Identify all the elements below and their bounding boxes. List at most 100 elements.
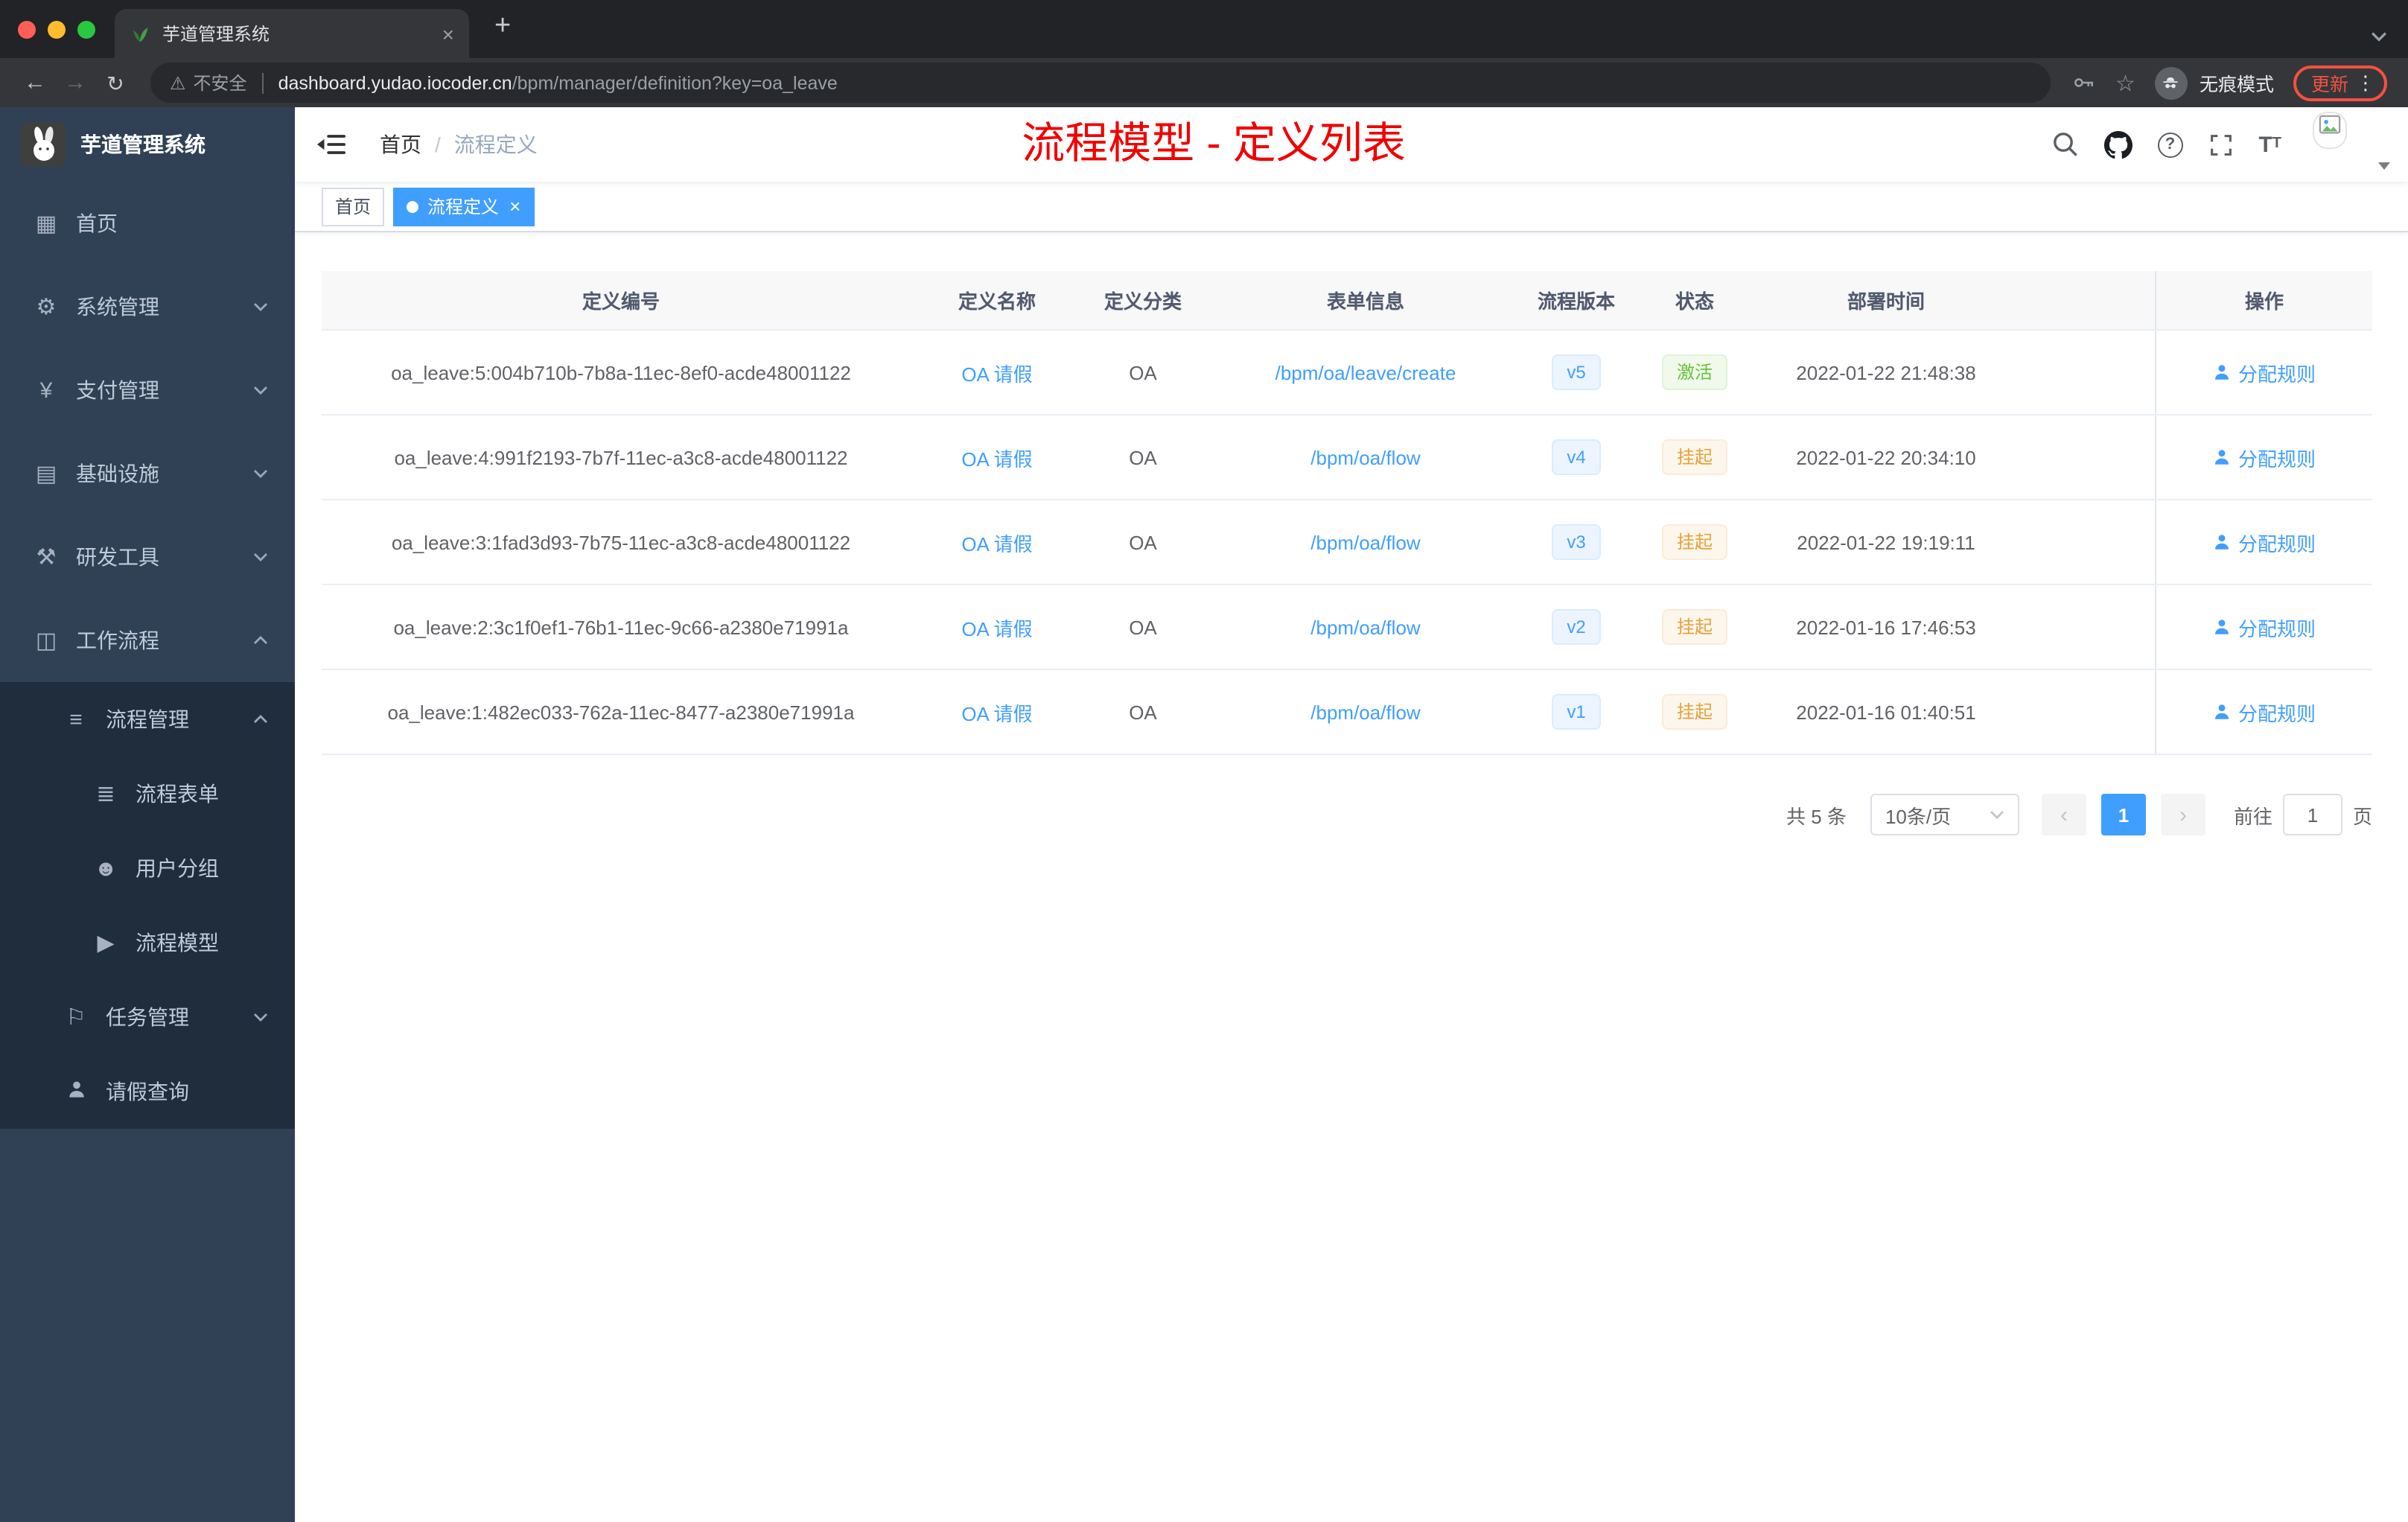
goto-page: 前往 页 [2234, 794, 2372, 835]
assign-rule-link[interactable]: 分配规则 [2213, 698, 2316, 726]
cell-deploy-time: 2022-01-22 20:34:10 [1796, 446, 1976, 468]
tag-home[interactable]: 首页 [322, 187, 385, 226]
sidebar-item-user-group[interactable]: ☻ 用户分组 [0, 831, 295, 905]
col-definition-category: 定义分类 [1103, 290, 1182, 313]
security-status[interactable]: ⚠ 不安全 [170, 70, 247, 95]
minimize-window-button[interactable] [48, 21, 66, 39]
browser-menu-icon[interactable]: ⋮ [2356, 71, 2375, 95]
process-list-icon: ≡ [69, 707, 83, 732]
tab-title: 芋道管理系统 [162, 24, 270, 45]
tools-icon: ⚒ [36, 545, 57, 570]
address-bar[interactable]: ⚠ 不安全 dashboard.yudao.iocoder.cn/bpm/man… [150, 63, 2051, 103]
page-content: 定义编号 定义名称 定义分类 表单信息 流程版本 状态 部署时间 操作 oa_l… [295, 232, 2408, 1522]
definition-name-link[interactable]: OA 请假 [961, 528, 1032, 556]
browser-tab-strip: 芋道管理系统 × + [0, 0, 2408, 58]
sidebar: 芋道管理系统 ▦ 首页 ⚙ 系统管理 ¥ 支付管理 ▤ 基础设施 ⚒ 研发工具 … [0, 107, 295, 1522]
breadcrumb-current: 流程定义 [453, 133, 538, 156]
tab-close-icon[interactable]: × [442, 23, 454, 44]
zoom-window-button[interactable] [77, 21, 95, 39]
definition-name-link[interactable]: OA 请假 [961, 698, 1032, 726]
sidebar-item-dev-tools[interactable]: ⚒ 研发工具 [0, 515, 295, 599]
sidebar-item-leave-query[interactable]: 请假查询 [0, 1054, 295, 1129]
form-link[interactable]: /bpm/oa/leave/create [1275, 361, 1456, 383]
col-actions: 操作 [2155, 271, 2372, 329]
page-number-current[interactable]: 1 [2100, 794, 2146, 835]
cell-definition-id: oa_leave:2:3c1f0ef1-76b1-11ec-9c66-a2380… [393, 616, 849, 638]
goto-page-input[interactable] [2282, 794, 2342, 835]
sidebar-item-home[interactable]: ▦ 首页 [0, 182, 295, 265]
sidebar-item-process-form[interactable]: ≣ 流程表单 [0, 757, 295, 831]
chevron-up-icon [254, 715, 267, 723]
sidebar-item-process-management[interactable]: ≡ 流程管理 [0, 682, 295, 757]
definition-name-link[interactable]: OA 请假 [961, 613, 1032, 641]
font-size-icon[interactable]: TT [2258, 133, 2281, 156]
forward-button[interactable]: → [55, 71, 95, 94]
back-button[interactable]: ← [15, 71, 55, 94]
sidebar-item-infrastructure[interactable]: ▤ 基础设施 [0, 432, 295, 515]
total-count: 共 5 条 [1786, 805, 1847, 827]
search-icon[interactable] [2051, 131, 2078, 158]
sidebar-item-task-management[interactable]: ⚐ 任务管理 [0, 980, 295, 1054]
fullscreen-icon[interactable] [2208, 132, 2233, 157]
sidebar-item-process-model[interactable]: ▶ 流程模型 [0, 905, 295, 980]
form-icon: ≣ [96, 782, 115, 807]
form-link[interactable]: /bpm/oa/flow [1310, 531, 1420, 553]
status-tag: 挂起 [1661, 439, 1727, 475]
prev-page-button[interactable]: ‹ [2041, 794, 2086, 835]
assign-rule-link[interactable]: 分配规则 [2213, 443, 2316, 471]
person-icon [2214, 450, 2229, 465]
tag-process-definition[interactable]: 流程定义 × [393, 187, 535, 226]
navbar-tools: ? TT [2051, 112, 2408, 174]
hamburger-icon[interactable] [295, 133, 368, 156]
yen-icon: ¥ [39, 378, 53, 403]
password-key-icon[interactable] [2071, 70, 2096, 95]
breadcrumb-home-link[interactable]: 首页 [380, 130, 421, 159]
sidebar-item-payment-management[interactable]: ¥ 支付管理 [0, 348, 295, 432]
browser-tab[interactable]: 芋道管理系统 × [115, 9, 469, 58]
cell-category: OA [1129, 446, 1157, 468]
assign-rule-link[interactable]: 分配规则 [2213, 528, 2316, 556]
tag-close-icon[interactable]: × [509, 197, 520, 216]
reload-button[interactable]: ↻ [95, 72, 136, 93]
sidebar-item-system-management[interactable]: ⚙ 系统管理 [0, 265, 295, 348]
cell-category: OA [1129, 701, 1157, 723]
col-process-version: 流程版本 [1537, 290, 1615, 313]
url-text: dashboard.yudao.iocoder.cn/bpm/manager/d… [278, 72, 838, 93]
avatar-broken-image [2313, 112, 2347, 149]
browser-toolbar: ← → ↻ ⚠ 不安全 dashboard.yudao.iocoder.cn/b… [0, 58, 2408, 107]
person-icon [2214, 535, 2229, 550]
cell-definition-id: oa_leave:3:1fad3d93-7b75-11ec-a3c8-acde4… [391, 531, 851, 553]
form-link[interactable]: /bpm/oa/flow [1310, 446, 1420, 468]
assign-rule-link[interactable]: 分配规则 [2213, 613, 2316, 641]
sidebar-item-workflow[interactable]: ◫ 工作流程 [0, 599, 295, 682]
page-size-select[interactable]: 10条/页 [1870, 794, 2019, 835]
bookmark-star-icon[interactable]: ☆ [2115, 69, 2135, 96]
caret-down-icon [2378, 162, 2390, 170]
main-area: 首页 / 流程定义 流程模型 - 定义列表 ? TT 首页 流程定义 × 定义编… [295, 107, 2408, 1522]
new-tab-button[interactable]: + [494, 12, 511, 40]
version-tag: v2 [1552, 609, 1601, 645]
close-window-button[interactable] [18, 21, 36, 39]
definition-name-link[interactable]: OA 请假 [961, 358, 1032, 386]
next-page-button[interactable]: › [2160, 794, 2205, 835]
form-link[interactable]: /bpm/oa/flow [1310, 701, 1420, 723]
chevron-down-icon [254, 470, 267, 478]
cell-deploy-time: 2022-01-16 17:46:53 [1796, 616, 1976, 638]
user-avatar[interactable] [2313, 112, 2390, 174]
assign-rule-link[interactable]: 分配规则 [2213, 358, 2316, 386]
browser-update-button[interactable]: 更新 ⋮ [2293, 65, 2387, 101]
definition-name-link[interactable]: OA 请假 [961, 443, 1032, 471]
screen: 芋道管理系统 × + ← → ↻ ⚠ 不安全 dashboard.yudao.i… [0, 0, 2408, 1522]
form-link[interactable]: /bpm/oa/flow [1310, 616, 1420, 638]
github-icon[interactable] [2103, 130, 2133, 159]
cell-category: OA [1129, 361, 1157, 383]
infrastructure-icon: ▤ [35, 462, 57, 487]
tab-search-icon[interactable] [2371, 22, 2387, 49]
version-tag: v3 [1552, 524, 1601, 560]
help-icon[interactable]: ? [2157, 132, 2183, 157]
table-row: oa_leave:5:004b710b-7b8a-11ec-8ef0-acde4… [322, 331, 2372, 415]
version-tag: v1 [1552, 694, 1601, 730]
definition-table: 定义编号 定义名称 定义分类 表单信息 流程版本 状态 部署时间 操作 oa_l… [322, 271, 2372, 755]
version-tag: v5 [1552, 354, 1601, 390]
toolbar-right: ☆ 无痕模式 更新 ⋮ [2065, 65, 2393, 101]
